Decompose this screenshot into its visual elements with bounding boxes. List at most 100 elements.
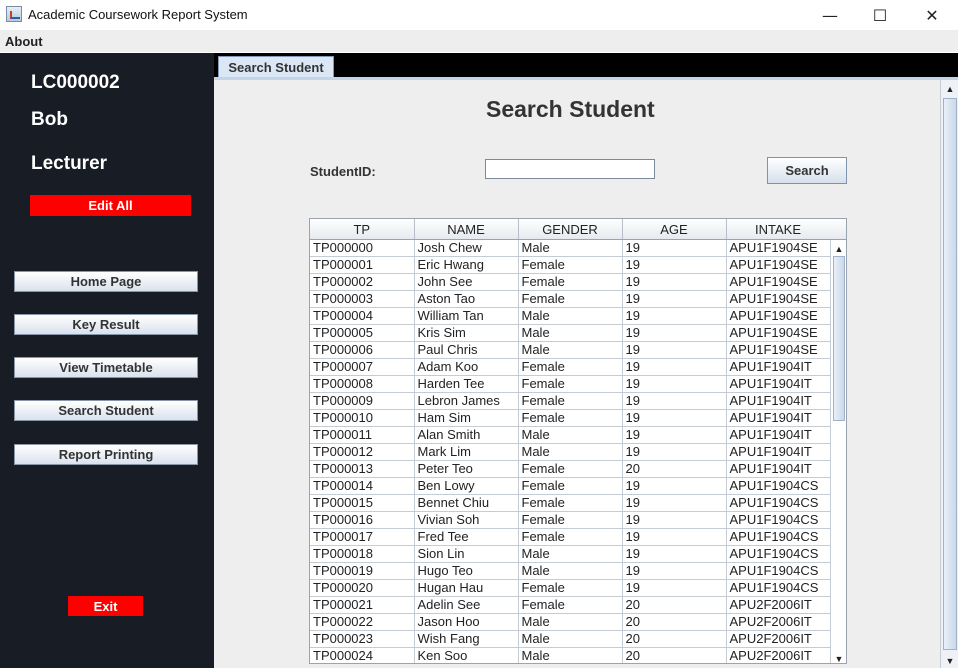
cell-tp[interactable]: TP000008	[310, 375, 415, 393]
cell-tp[interactable]: TP000022	[310, 613, 415, 631]
table-row[interactable]: TP000015 Bennet Chiu Female 19 APU1F1904CS	[310, 494, 831, 512]
cell-tp[interactable]: TP000007	[310, 358, 415, 376]
cell-tp[interactable]: TP000020	[310, 579, 415, 597]
table-row[interactable]: TP000010 Ham Sim Female 19 APU1F1904IT	[310, 409, 831, 427]
cell-name[interactable]: Paul Chris	[414, 341, 519, 359]
column-header-gender[interactable]: GENDER	[518, 219, 623, 240]
scroll-up-icon[interactable]: ▲	[833, 243, 845, 255]
cell-intake[interactable]: APU1F1904SE	[726, 324, 831, 342]
cell-gender[interactable]: Male	[518, 324, 623, 342]
cell-name[interactable]: Sion Lin	[414, 545, 519, 563]
cell-age[interactable]: 19	[622, 324, 727, 342]
view-timetable-button[interactable]: View Timetable	[14, 357, 198, 378]
cell-intake[interactable]: APU1F1904IT	[726, 375, 831, 393]
cell-intake[interactable]: APU2F2006IT	[726, 647, 831, 663]
cell-age[interactable]: 19	[622, 239, 727, 257]
cell-tp[interactable]: TP000015	[310, 494, 415, 512]
cell-tp[interactable]: TP000014	[310, 477, 415, 495]
cell-name[interactable]: Eric Hwang	[414, 256, 519, 274]
cell-name[interactable]: Josh Chew	[414, 239, 519, 257]
cell-gender[interactable]: Male	[518, 307, 623, 325]
cell-age[interactable]: 19	[622, 358, 727, 376]
table-row[interactable]: TP000006 Paul Chris Male 19 APU1F1904SE	[310, 341, 831, 359]
cell-age[interactable]: 19	[622, 273, 727, 291]
column-header-age[interactable]: AGE	[622, 219, 727, 240]
table-row[interactable]: TP000019 Hugo Teo Male 19 APU1F1904CS	[310, 562, 831, 580]
report-printing-button[interactable]: Report Printing	[14, 444, 198, 465]
cell-age[interactable]: 19	[622, 409, 727, 427]
cell-gender[interactable]: Female	[518, 511, 623, 529]
cell-name[interactable]: John See	[414, 273, 519, 291]
table-row[interactable]: TP000023 Wish Fang Male 20 APU2F2006IT	[310, 630, 831, 648]
cell-tp[interactable]: TP000019	[310, 562, 415, 580]
cell-age[interactable]: 19	[622, 443, 727, 461]
table-row[interactable]: TP000012 Mark Lim Male 19 APU1F1904IT	[310, 443, 831, 461]
column-header-tp[interactable]: TP	[310, 219, 415, 240]
cell-name[interactable]: Bennet Chiu	[414, 494, 519, 512]
menu-about[interactable]: About	[5, 34, 43, 49]
cell-tp[interactable]: TP000002	[310, 273, 415, 291]
cell-name[interactable]: Lebron James	[414, 392, 519, 410]
cell-tp[interactable]: TP000011	[310, 426, 415, 444]
cell-name[interactable]: Ben Lowy	[414, 477, 519, 495]
cell-gender[interactable]: Female	[518, 528, 623, 546]
cell-name[interactable]: Vivian Soh	[414, 511, 519, 529]
cell-name[interactable]: Jason Hoo	[414, 613, 519, 631]
cell-intake[interactable]: APU2F2006IT	[726, 630, 831, 648]
cell-age[interactable]: 19	[622, 426, 727, 444]
scroll-up-icon[interactable]: ▲	[943, 84, 957, 96]
cell-age[interactable]: 19	[622, 494, 727, 512]
cell-intake[interactable]: APU1F1904CS	[726, 545, 831, 563]
cell-age[interactable]: 19	[622, 562, 727, 580]
home-page-button[interactable]: Home Page	[14, 271, 198, 292]
cell-tp[interactable]: TP000023	[310, 630, 415, 648]
cell-tp[interactable]: TP000016	[310, 511, 415, 529]
student-id-input[interactable]	[485, 159, 655, 179]
cell-tp[interactable]: TP000021	[310, 596, 415, 614]
cell-tp[interactable]: TP000017	[310, 528, 415, 546]
cell-age[interactable]: 19	[622, 290, 727, 308]
cell-tp[interactable]: TP000006	[310, 341, 415, 359]
cell-intake[interactable]: APU1F1904IT	[726, 443, 831, 461]
cell-intake[interactable]: APU1F1904SE	[726, 256, 831, 274]
cell-intake[interactable]: APU1F1904IT	[726, 460, 831, 478]
cell-name[interactable]: Fred Tee	[414, 528, 519, 546]
cell-name[interactable]: Harden Tee	[414, 375, 519, 393]
cell-gender[interactable]: Female	[518, 409, 623, 427]
table-row[interactable]: TP000013 Peter Teo Female 20 APU1F1904IT	[310, 460, 831, 478]
cell-intake[interactable]: APU2F2006IT	[726, 613, 831, 631]
cell-tp[interactable]: TP000024	[310, 647, 415, 663]
cell-gender[interactable]: Female	[518, 494, 623, 512]
cell-age[interactable]: 19	[622, 392, 727, 410]
cell-intake[interactable]: APU1F1904CS	[726, 477, 831, 495]
cell-tp[interactable]: TP000001	[310, 256, 415, 274]
cell-intake[interactable]: APU1F1904SE	[726, 307, 831, 325]
cell-gender[interactable]: Female	[518, 290, 623, 308]
cell-gender[interactable]: Male	[518, 613, 623, 631]
cell-name[interactable]: Ham Sim	[414, 409, 519, 427]
cell-age[interactable]: 19	[622, 528, 727, 546]
table-row[interactable]: TP000016 Vivian Soh Female 19 APU1F1904CS	[310, 511, 831, 529]
cell-age[interactable]: 20	[622, 460, 727, 478]
table-row[interactable]: TP000014 Ben Lowy Female 19 APU1F1904CS	[310, 477, 831, 495]
table-row[interactable]: TP000018 Sion Lin Male 19 APU1F1904CS	[310, 545, 831, 563]
cell-tp[interactable]: TP000000	[310, 239, 415, 257]
cell-age[interactable]: 19	[622, 375, 727, 393]
cell-tp[interactable]: TP000005	[310, 324, 415, 342]
table-scroll-thumb[interactable]	[833, 256, 845, 421]
tab-search-student[interactable]: Search Student	[218, 56, 334, 78]
cell-gender[interactable]: Male	[518, 341, 623, 359]
cell-gender[interactable]: Female	[518, 579, 623, 597]
cell-name[interactable]: Hugo Teo	[414, 562, 519, 580]
table-row[interactable]: TP000005 Kris Sim Male 19 APU1F1904SE	[310, 324, 831, 342]
close-button[interactable]: ✕	[909, 0, 955, 30]
cell-intake[interactable]: APU1F1904CS	[726, 579, 831, 597]
cell-intake[interactable]: APU1F1904CS	[726, 562, 831, 580]
cell-tp[interactable]: TP000018	[310, 545, 415, 563]
table-scrollbar[interactable]: ▲ ▼	[830, 240, 846, 663]
cell-age[interactable]: 19	[622, 341, 727, 359]
cell-age[interactable]: 19	[622, 256, 727, 274]
edit-all-button[interactable]: Edit All	[30, 195, 191, 216]
cell-name[interactable]: Mark Lim	[414, 443, 519, 461]
cell-tp[interactable]: TP000003	[310, 290, 415, 308]
